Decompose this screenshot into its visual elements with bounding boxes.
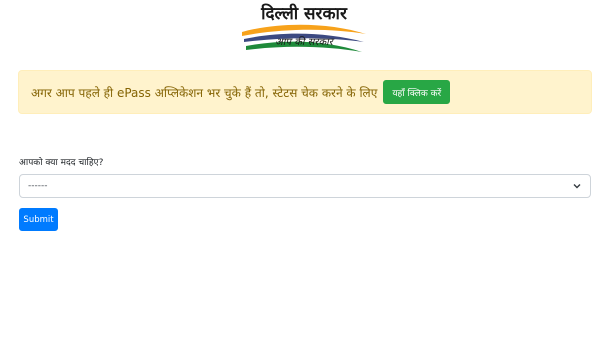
chevron-down-icon — [573, 184, 581, 189]
logo-title: दिल्ली सरकार — [261, 4, 347, 24]
select-value: ------ — [28, 181, 48, 191]
delhi-sarkar-logo: दिल्ली सरकार आप की सरकार — [238, 2, 370, 60]
page: दिल्ली सरकार आप की सरकार अगर आप पहले ही … — [0, 0, 600, 337]
logo-subtitle: आप की सरकार — [275, 37, 333, 48]
alert-message: अगर आप पहले ही ePass अप्लिकेशन भर चुके ह… — [31, 85, 378, 100]
help-type-select[interactable]: ------ — [19, 174, 591, 198]
help-question-label: आपको क्या मदद चाहिए? — [19, 158, 104, 168]
epass-status-alert: अगर आप पहले ही ePass अप्लिकेशन भर चुके ह… — [18, 70, 592, 114]
submit-button[interactable]: Submit — [19, 208, 58, 231]
click-here-button[interactable]: यहाँ क्लिक करें — [383, 80, 451, 104]
